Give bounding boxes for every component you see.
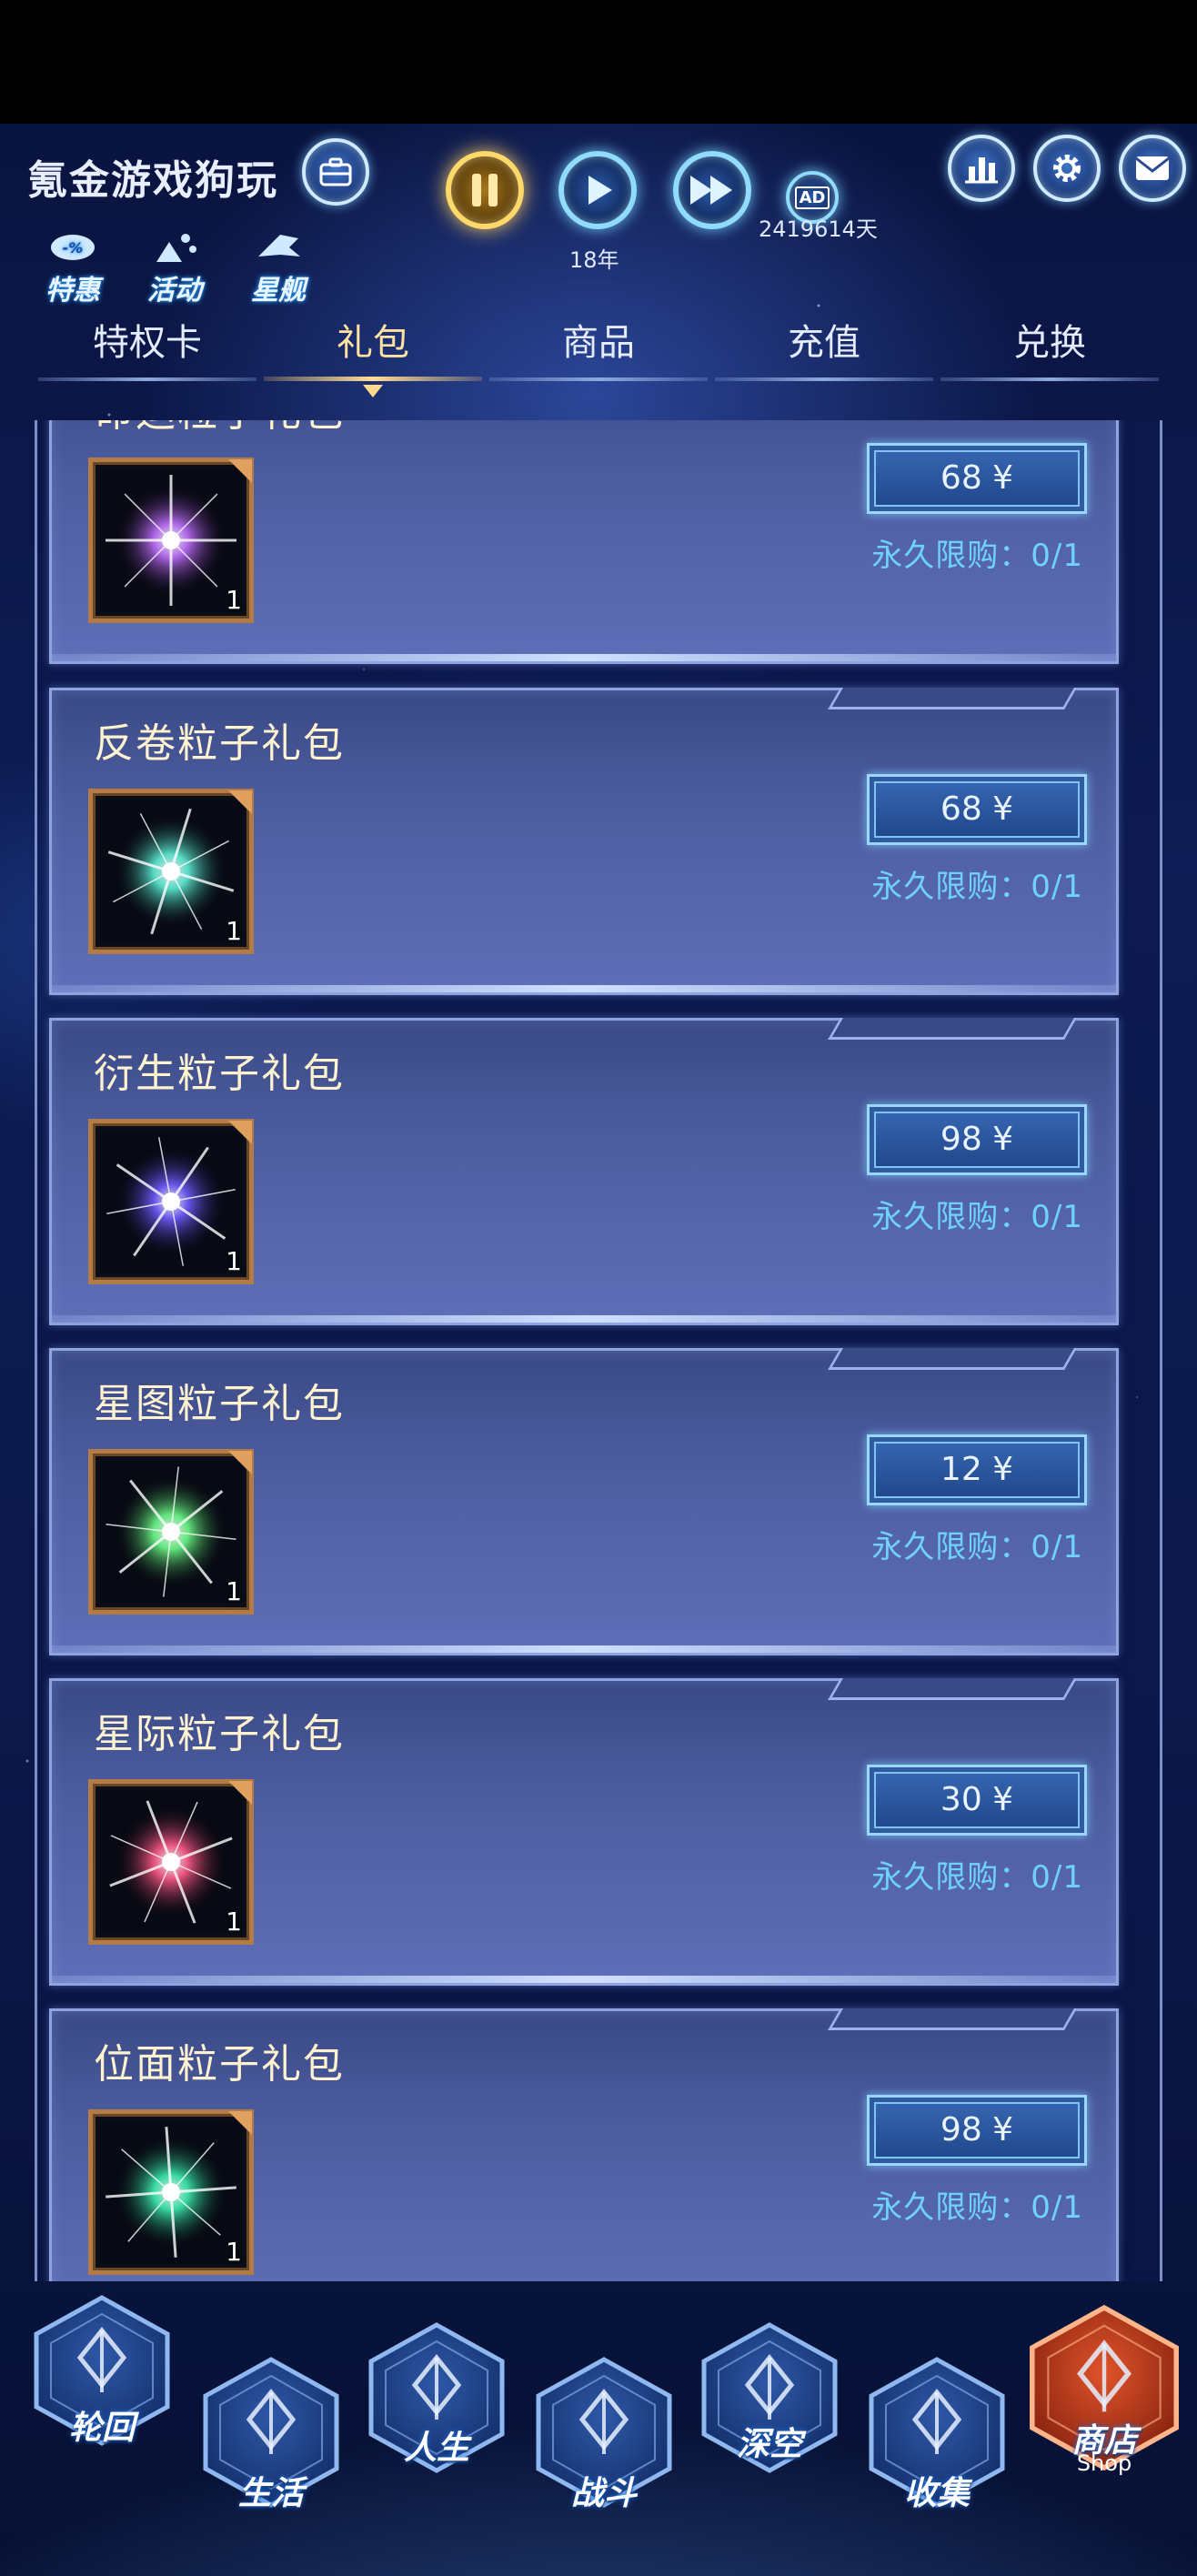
item-quantity: 1 bbox=[226, 2237, 242, 2267]
quick-starship[interactable]: 星舰 bbox=[242, 229, 315, 307]
nav-life[interactable]: 生活 bbox=[198, 2356, 344, 2512]
days-counter: 2419614天 bbox=[759, 216, 878, 242]
interstellar-particle-icon bbox=[100, 1791, 242, 1933]
package-name: 命运粒子礼包 bbox=[94, 420, 345, 438]
tab-gift-pack[interactable]: 礼包 bbox=[262, 314, 484, 397]
nav-deep-space[interactable]: 深空 bbox=[697, 2321, 842, 2474]
settings-button[interactable] bbox=[1033, 135, 1101, 202]
bottom-nav: 轮回 生活 人生 战斗 深空 收集 商店 Shop bbox=[0, 2281, 1197, 2576]
purchase-limit: 永久限购：0/1 bbox=[871, 1859, 1083, 1896]
inventory-button[interactable] bbox=[302, 138, 369, 206]
item-quantity: 1 bbox=[226, 916, 242, 946]
plane-particle-icon bbox=[100, 2121, 242, 2263]
tab-label: 充值 bbox=[788, 322, 860, 364]
ad-badge: AD bbox=[794, 186, 830, 209]
package-card: 星际粒子礼包 1 30 ¥ 永久限购：0/1 bbox=[49, 1678, 1119, 1986]
shop-tabs: 特权卡 礼包 商品 充值 兑换 bbox=[36, 314, 1161, 397]
quick-discount[interactable]: -% 特惠 bbox=[36, 229, 109, 307]
package-name: 星图粒子礼包 bbox=[94, 1381, 345, 1427]
pause-button[interactable] bbox=[446, 151, 524, 229]
package-card: 衍生粒子礼包 1 98 ¥ 永久限购：0/1 bbox=[49, 1018, 1119, 1325]
nav-collect[interactable]: 收集 bbox=[864, 2356, 1010, 2512]
buy-button[interactable]: 68 ¥ bbox=[867, 443, 1087, 514]
activity-icon bbox=[156, 234, 196, 262]
buy-button[interactable]: 98 ¥ bbox=[867, 2095, 1087, 2166]
nav-label: 收集 bbox=[903, 2475, 970, 2512]
player-name: 氪金游戏狗玩 bbox=[27, 157, 278, 204]
ranking-button[interactable] bbox=[948, 135, 1015, 202]
item-quantity: 1 bbox=[226, 1576, 242, 1606]
package-card: 位面粒子礼包 1 98 ¥ 永久限购：0/1 bbox=[49, 2008, 1119, 2281]
rank-icon bbox=[965, 157, 998, 184]
package-name: 位面粒子礼包 bbox=[94, 2041, 345, 2088]
package-card: 星图粒子礼包 1 12 ¥ 永久限购：0/1 bbox=[49, 1348, 1119, 1655]
nav-shop[interactable]: 商店 Shop bbox=[1024, 2301, 1184, 2476]
package-item[interactable]: 1 bbox=[88, 458, 254, 623]
buy-button[interactable]: 30 ¥ bbox=[867, 1765, 1087, 1836]
nav-label: 轮回 bbox=[68, 2410, 135, 2447]
package-item[interactable]: 1 bbox=[88, 1119, 254, 1284]
package-name: 衍生粒子礼包 bbox=[94, 1051, 345, 1097]
package-name: 星际粒子礼包 bbox=[94, 1711, 345, 1757]
tab-label: 兑换 bbox=[1013, 322, 1086, 364]
fast-forward-icon bbox=[690, 176, 732, 205]
nav-lifetime[interactable]: 人生 bbox=[364, 2321, 509, 2474]
buy-button[interactable]: 12 ¥ bbox=[867, 1434, 1087, 1505]
status-bar-area bbox=[0, 0, 1197, 124]
purchase-limit: 永久限购：0/1 bbox=[871, 869, 1083, 905]
starship-icon bbox=[258, 235, 300, 257]
briefcase-icon bbox=[319, 157, 352, 186]
purchase-limit: 永久限购：0/1 bbox=[871, 1529, 1083, 1565]
discount-icon: -% bbox=[51, 235, 95, 260]
package-item[interactable]: 1 bbox=[88, 789, 254, 954]
nav-label: 生活 bbox=[237, 2475, 304, 2512]
nav-label: 人生 bbox=[403, 2430, 469, 2467]
nav-sub-label: Shop bbox=[1076, 2450, 1132, 2476]
star-map-particle-icon bbox=[100, 1461, 242, 1603]
quick-activity-label: 活动 bbox=[147, 275, 202, 307]
item-quantity: 1 bbox=[226, 1907, 242, 1937]
tab-recharge[interactable]: 充值 bbox=[713, 314, 935, 387]
year-label: 18年 bbox=[569, 247, 619, 273]
quick-starship-label: 星舰 bbox=[251, 275, 306, 307]
nav-battle[interactable]: 战斗 bbox=[531, 2356, 677, 2512]
package-item[interactable]: 1 bbox=[88, 1449, 254, 1615]
tab-label: 商品 bbox=[562, 322, 635, 364]
nav-label: 深空 bbox=[736, 2426, 802, 2463]
play-button[interactable] bbox=[558, 151, 637, 229]
anti-curl-particle-icon bbox=[100, 800, 242, 942]
nav-label: 战斗 bbox=[570, 2475, 637, 2512]
quick-discount-label: 特惠 bbox=[45, 275, 100, 307]
buy-button[interactable]: 68 ¥ bbox=[867, 774, 1087, 845]
package-name: 反卷粒子礼包 bbox=[94, 720, 345, 767]
tab-label: 特权卡 bbox=[93, 322, 202, 364]
mail-button[interactable] bbox=[1119, 135, 1186, 202]
purchase-limit: 永久限购：0/1 bbox=[871, 538, 1083, 574]
item-quantity: 1 bbox=[226, 1246, 242, 1276]
package-card: 反卷粒子礼包 1 68 ¥ 永久限购：0/1 bbox=[49, 688, 1119, 995]
gear-icon bbox=[1053, 155, 1081, 182]
nav-reincarnation[interactable]: 轮回 bbox=[29, 2294, 175, 2447]
package-list[interactable]: 命运粒子礼包 1 68 ¥ 永久限购：0/1 反卷粒子礼包 1 68 ¥ 永久限… bbox=[35, 420, 1162, 2281]
package-item[interactable]: 1 bbox=[88, 2109, 254, 2275]
tab-privilege-card[interactable]: 特权卡 bbox=[36, 314, 258, 387]
tab-goods[interactable]: 商品 bbox=[488, 314, 709, 387]
play-icon bbox=[588, 176, 612, 205]
quick-activity[interactable]: 活动 bbox=[138, 229, 211, 307]
purchase-limit: 永久限购：0/1 bbox=[871, 1199, 1083, 1235]
fate-particle-icon bbox=[100, 469, 242, 611]
tab-label: 礼包 bbox=[337, 322, 409, 364]
tab-exchange[interactable]: 兑换 bbox=[939, 314, 1161, 387]
fast-forward-button[interactable] bbox=[673, 151, 751, 229]
package-card: 命运粒子礼包 1 68 ¥ 永久限购：0/1 bbox=[49, 420, 1119, 664]
buy-button[interactable]: 98 ¥ bbox=[867, 1104, 1087, 1175]
pause-icon bbox=[472, 174, 498, 206]
purchase-limit: 永久限购：0/1 bbox=[871, 2189, 1083, 2226]
derivative-particle-icon bbox=[100, 1131, 242, 1273]
package-item[interactable]: 1 bbox=[88, 1779, 254, 1945]
item-quantity: 1 bbox=[226, 585, 242, 615]
svg-text:-%: -% bbox=[63, 239, 84, 257]
mail-icon bbox=[1135, 156, 1170, 180]
